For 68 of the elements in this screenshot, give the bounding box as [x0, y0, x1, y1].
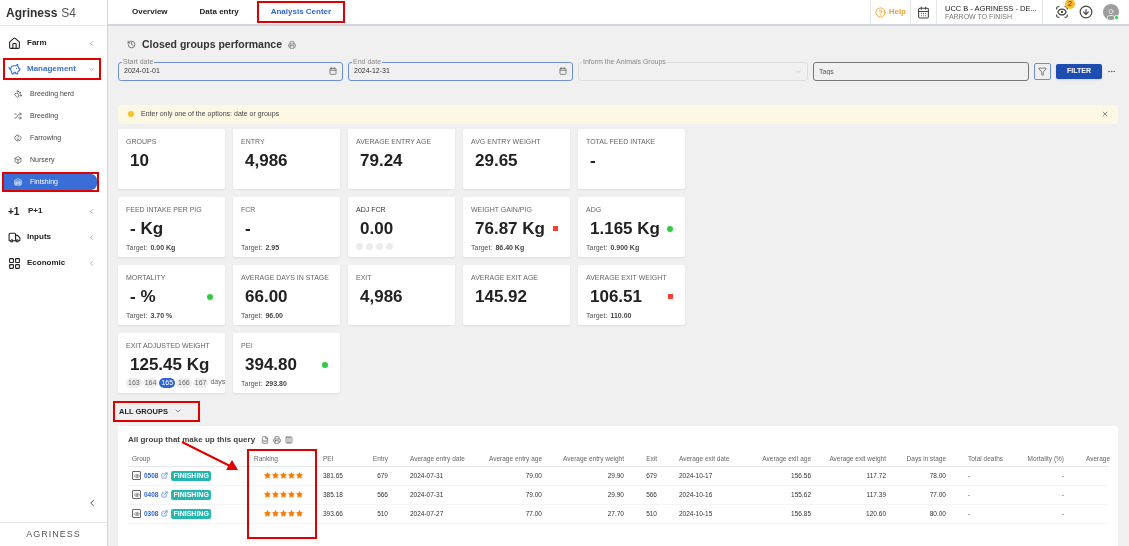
calendar-icon[interactable]	[329, 67, 337, 76]
brand-name: Agriness	[6, 4, 58, 22]
dropdown-icon	[795, 67, 802, 75]
kpi-value: 1.165 Kg	[590, 220, 661, 238]
kpi-value: -	[245, 220, 252, 238]
kpi-value: - Kg	[130, 220, 165, 238]
sidebar-item[interactable]: +1 P+1	[3, 200, 101, 222]
section-title: All group that make up this query	[128, 433, 256, 446]
kpi-value: 4,986	[245, 152, 289, 170]
kpi-value: 125.45 Kg	[130, 356, 211, 374]
management-icon	[8, 62, 21, 76]
external-link-icon[interactable]	[161, 491, 169, 498]
tab[interactable]: Analysis Center	[256, 1, 346, 23]
kpi-value: 10	[130, 152, 150, 170]
kpi-value: 0.00	[360, 220, 395, 238]
avatar[interactable]	[1103, 4, 1119, 20]
sidebar-item[interactable]: Inputs	[3, 226, 101, 248]
brand-suffix: S4	[61, 4, 77, 22]
footer-logo: AGRINESS	[26, 527, 81, 541]
caret-icon	[88, 259, 95, 267]
sidebar-item[interactable]: Economic	[3, 252, 101, 274]
print-icon[interactable]	[288, 40, 297, 49]
kpi-value: 29.65	[475, 152, 519, 170]
kpi-value: - %	[130, 288, 157, 306]
kpi-value: 4,986	[360, 288, 404, 306]
stage-icon	[14, 156, 22, 164]
stage-icon	[14, 134, 22, 142]
collapse-icon[interactable]	[87, 498, 97, 508]
kpi-value: 76.87 Kg	[475, 220, 546, 238]
close-icon[interactable]	[1101, 110, 1109, 119]
inputs-icon	[8, 230, 21, 244]
stage-icon	[14, 112, 22, 120]
kpi-value: 66.00	[245, 288, 289, 306]
caret-icon	[88, 39, 95, 47]
download-icon[interactable]	[1079, 5, 1093, 19]
calendar-icon[interactable]	[917, 5, 930, 19]
stage-icon	[14, 178, 22, 186]
group-view-icon[interactable]	[132, 471, 141, 480]
print-icon[interactable]	[273, 435, 282, 444]
kpi-value: 106.51	[590, 288, 643, 306]
caret-icon	[88, 233, 95, 241]
external-link-icon[interactable]	[161, 510, 169, 517]
kpi-value: 145.92	[475, 288, 528, 306]
plus-one-icon: +1	[8, 203, 22, 219]
warning-icon	[127, 110, 135, 119]
history-icon	[127, 40, 136, 50]
scan-eye-icon[interactable]	[1055, 5, 1069, 19]
kpi-value: 394.80	[245, 356, 298, 374]
external-link-icon[interactable]	[161, 472, 169, 479]
tab[interactable]: Data entry	[185, 1, 253, 23]
caret-icon	[88, 65, 95, 73]
help-icon	[874, 6, 886, 18]
kpi-value: 79.24	[360, 152, 404, 170]
stage-icon	[14, 90, 22, 98]
spreadsheet-icon[interactable]	[261, 435, 270, 444]
sidebar-item[interactable]: Farm	[3, 32, 101, 54]
economic-icon	[8, 256, 21, 270]
add-filter-button[interactable]	[1034, 62, 1051, 80]
page-title: Closed groups performance	[142, 37, 283, 52]
group-view-icon[interactable]	[132, 509, 141, 518]
calendar-icon[interactable]	[559, 67, 567, 76]
group-view-icon[interactable]	[132, 490, 141, 499]
kpi-value: -	[590, 152, 597, 170]
columns-icon[interactable]	[285, 435, 294, 444]
farm-icon	[8, 36, 21, 50]
caret-icon	[88, 207, 95, 215]
sidebar-item[interactable]: Management	[3, 58, 101, 80]
tab[interactable]: Overview	[118, 1, 182, 23]
